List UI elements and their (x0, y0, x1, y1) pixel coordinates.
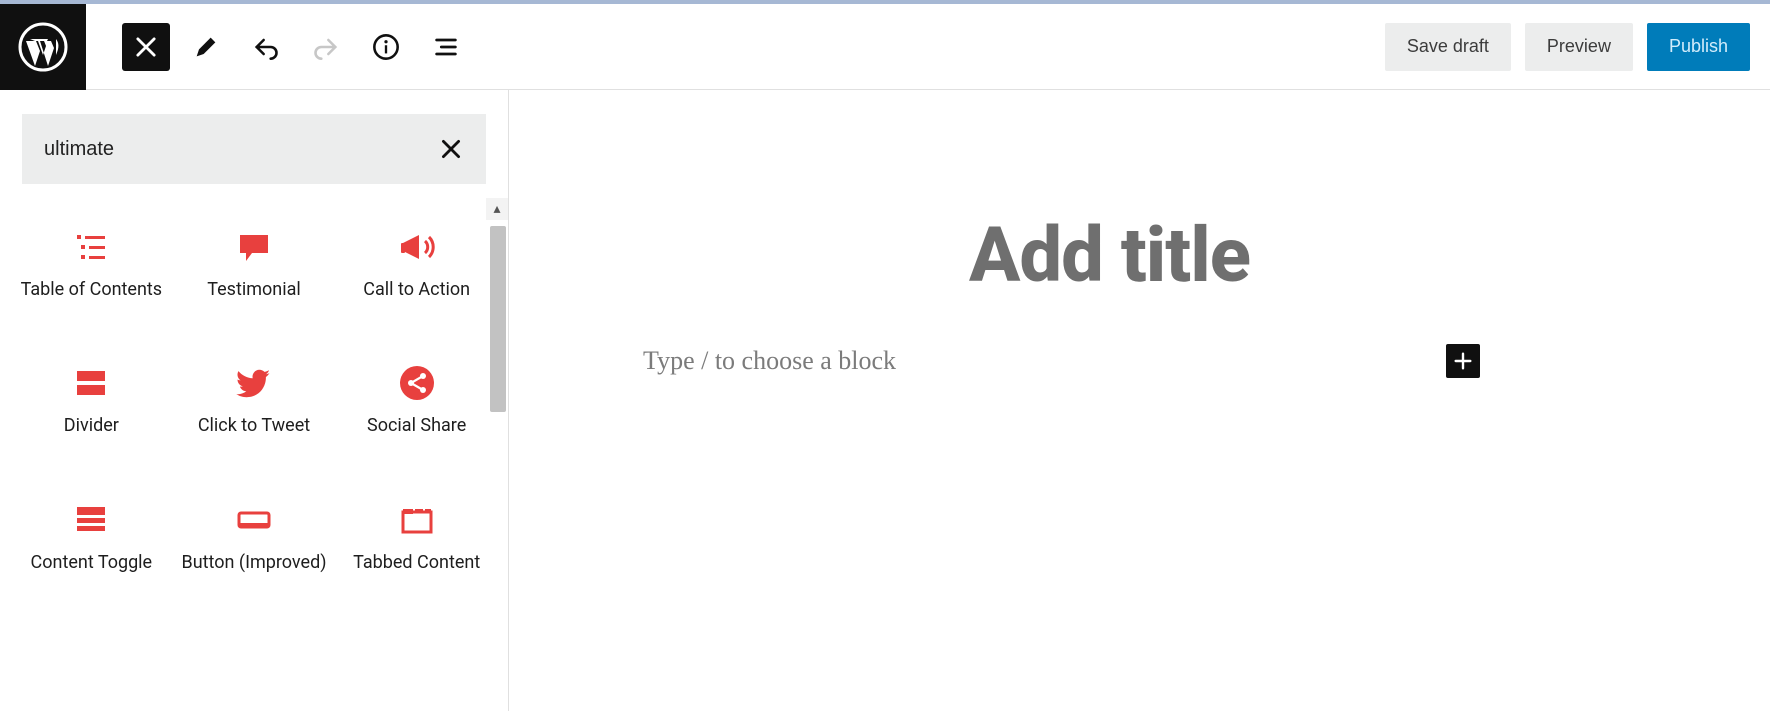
header-actions: Save draft Preview Publish (1385, 23, 1770, 71)
undo-button[interactable] (242, 23, 290, 71)
info-icon (372, 33, 400, 61)
scroll-up-arrow[interactable]: ▴ (486, 198, 508, 220)
block-item-speech[interactable]: Testimonial (173, 210, 336, 308)
block-item-toggle[interactable]: Content Toggle (10, 483, 173, 581)
speech-icon (177, 216, 332, 278)
redo-icon (312, 33, 340, 61)
close-icon (438, 136, 464, 162)
block-search (22, 114, 486, 184)
outline-button[interactable] (422, 23, 470, 71)
pencil-icon (192, 33, 220, 61)
preview-button[interactable]: Preview (1525, 23, 1633, 71)
block-item-label: Table of Contents (14, 278, 169, 302)
close-icon (132, 33, 160, 61)
divider-icon (14, 352, 169, 414)
block-item-toc[interactable]: Table of Contents (10, 210, 173, 308)
block-item-label: Button (Improved) (177, 551, 332, 575)
block-item-label: Click to Tweet (177, 414, 332, 438)
block-item-label: Testimonial (177, 278, 332, 302)
block-item-share[interactable]: Social Share (335, 346, 498, 444)
toc-icon (14, 216, 169, 278)
block-item-twitter[interactable]: Click to Tweet (173, 346, 336, 444)
block-inserter-panel: ▴ Table of Contents Testimonial Call to Ac… (0, 90, 509, 711)
info-button[interactable] (362, 23, 410, 71)
block-item-button[interactable]: Button (Improved) (173, 483, 336, 581)
topbar: Save draft Preview Publish (0, 4, 1770, 90)
button-icon (177, 489, 332, 551)
block-item-tabbed[interactable]: Tabbed Content (335, 483, 498, 581)
close-inserter-button[interactable] (122, 23, 170, 71)
editor-canvas: Add title Type / to choose a block (509, 90, 1770, 711)
publish-button[interactable]: Publish (1647, 23, 1750, 71)
tabbed-icon (339, 489, 494, 551)
post-body-placeholder[interactable]: Type / to choose a block (643, 346, 1446, 376)
scrollbar-thumb[interactable] (490, 226, 506, 412)
wordpress-logo[interactable] (0, 4, 86, 90)
plus-icon (1452, 350, 1474, 372)
block-item-label: Divider (14, 414, 169, 438)
list-view-icon (432, 33, 460, 61)
block-results-scroll: ▴ Table of Contents Testimonial Call to Ac… (0, 198, 508, 711)
block-item-label: Tabbed Content (339, 551, 494, 575)
block-item-label: Content Toggle (14, 551, 169, 575)
clear-search-button[interactable] (438, 136, 464, 162)
twitter-icon (177, 352, 332, 414)
share-icon (339, 352, 494, 414)
save-draft-button[interactable]: Save draft (1385, 23, 1511, 71)
undo-icon (252, 33, 280, 61)
add-block-button[interactable] (1446, 344, 1480, 378)
edit-button[interactable] (182, 23, 230, 71)
editor-toolbar (86, 23, 1385, 71)
main-area: ▴ Table of Contents Testimonial Call to Ac… (0, 90, 1770, 711)
megaphone-icon (339, 216, 494, 278)
block-search-input[interactable] (44, 138, 438, 161)
wordpress-icon (18, 22, 68, 72)
redo-button[interactable] (302, 23, 350, 71)
block-item-label: Call to Action (339, 278, 494, 302)
block-item-label: Social Share (339, 414, 494, 438)
toggle-icon (14, 489, 169, 551)
block-item-divider[interactable]: Divider (10, 346, 173, 444)
block-item-megaphone[interactable]: Call to Action (335, 210, 498, 308)
post-title-input[interactable]: Add title (509, 210, 1710, 300)
